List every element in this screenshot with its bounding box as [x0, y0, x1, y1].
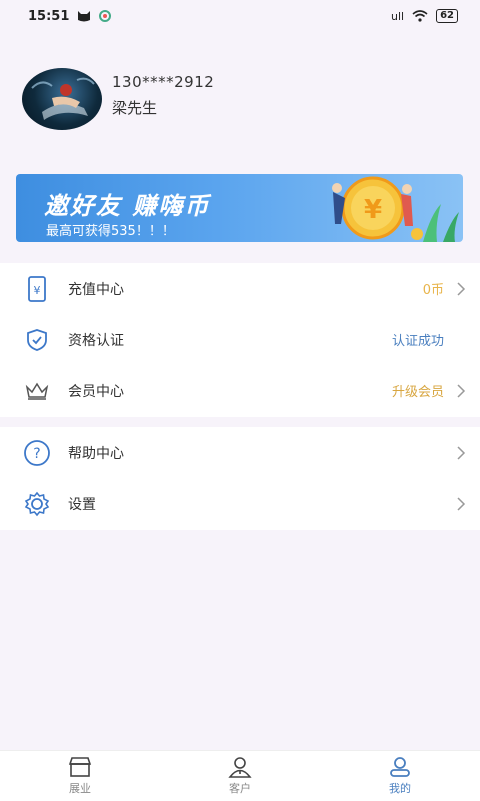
store-icon — [68, 757, 92, 777]
menu-label: 资格认证 — [68, 332, 124, 349]
profile-icon — [390, 757, 410, 777]
tab-customers[interactable]: 客户 — [160, 751, 320, 801]
wallet-icon: ¥ — [22, 274, 52, 304]
avatar[interactable] — [22, 68, 102, 130]
banner-title: 邀好友 赚嗨币 — [44, 192, 211, 220]
tab-mine[interactable]: 我的 — [320, 751, 480, 801]
tab-label: 客户 — [229, 782, 251, 795]
coin-balance: 0币 — [422, 283, 444, 298]
menu-label: 帮助中心 — [68, 445, 124, 462]
chevron-right-icon — [457, 445, 466, 460]
customer-icon — [228, 757, 252, 778]
profile-header[interactable]: 130****2912 梁先生 — [22, 68, 214, 130]
tab-label: 我的 — [389, 782, 411, 795]
svg-text:¥: ¥ — [34, 284, 41, 297]
status-right: ull 62 — [391, 9, 458, 23]
wifi-icon — [412, 10, 428, 22]
help-icon: ? — [22, 438, 52, 468]
menu-membership[interactable]: 会员中心 升级会员 — [0, 365, 480, 416]
menu-label: 设置 — [68, 496, 96, 513]
svg-text:?: ? — [33, 446, 40, 462]
banner-subtitle: 最高可获得535！！！ — [46, 224, 175, 239]
verification-status: 认证成功 — [391, 334, 444, 349]
phone-number: 130****2912 — [112, 72, 215, 91]
invite-banner[interactable]: 邀好友 赚嗨币 最高可获得535！！！ ¥ — [16, 174, 463, 242]
chevron-right-icon — [457, 383, 466, 398]
status-time: 15:51 — [28, 8, 70, 24]
status-left: 15:51 — [28, 8, 112, 24]
chevron-right-icon — [457, 281, 466, 296]
svg-text:¥: ¥ — [364, 195, 382, 225]
tab-business[interactable]: 展业 — [0, 751, 160, 801]
chevron-right-icon — [457, 496, 466, 511]
signal-icon: ull — [390, 9, 405, 23]
menu-help-center[interactable]: ? 帮助中心 — [0, 427, 480, 478]
menu-label: 会员中心 — [68, 383, 124, 400]
upgrade-member-link: 升级会员 — [391, 385, 444, 400]
menu-recharge-center[interactable]: ¥ 充值中心 0币 — [0, 263, 480, 314]
browser-app-icon — [99, 10, 112, 22]
profile-text: 130****2912 梁先生 — [112, 73, 214, 118]
gear-icon — [22, 489, 52, 519]
avatar-swimmer-image — [31, 77, 95, 120]
menu-qualification[interactable]: 资格认证 认证成功 — [0, 314, 480, 365]
crown-icon — [22, 376, 52, 406]
bottom-tab-bar: 展业 客户 我的 — [0, 750, 480, 801]
cat-app-icon — [78, 11, 91, 22]
status-bar: 15:51 ull 62 — [0, 0, 480, 32]
menu-settings[interactable]: 设置 — [0, 478, 480, 529]
coin-illustration: ¥ — [332, 176, 459, 242]
shield-check-icon — [22, 325, 52, 355]
tab-label: 展业 — [69, 782, 91, 795]
battery-indicator: 62 — [436, 9, 458, 23]
menu-label: 充值中心 — [68, 281, 124, 298]
user-name: 梁先生 — [112, 98, 158, 117]
menu-group-general: ? 帮助中心 设置 — [0, 427, 480, 530]
menu-group-account: ¥ 充值中心 0币 资格认证 认证成功 会员中心 升级会员 — [0, 263, 480, 417]
